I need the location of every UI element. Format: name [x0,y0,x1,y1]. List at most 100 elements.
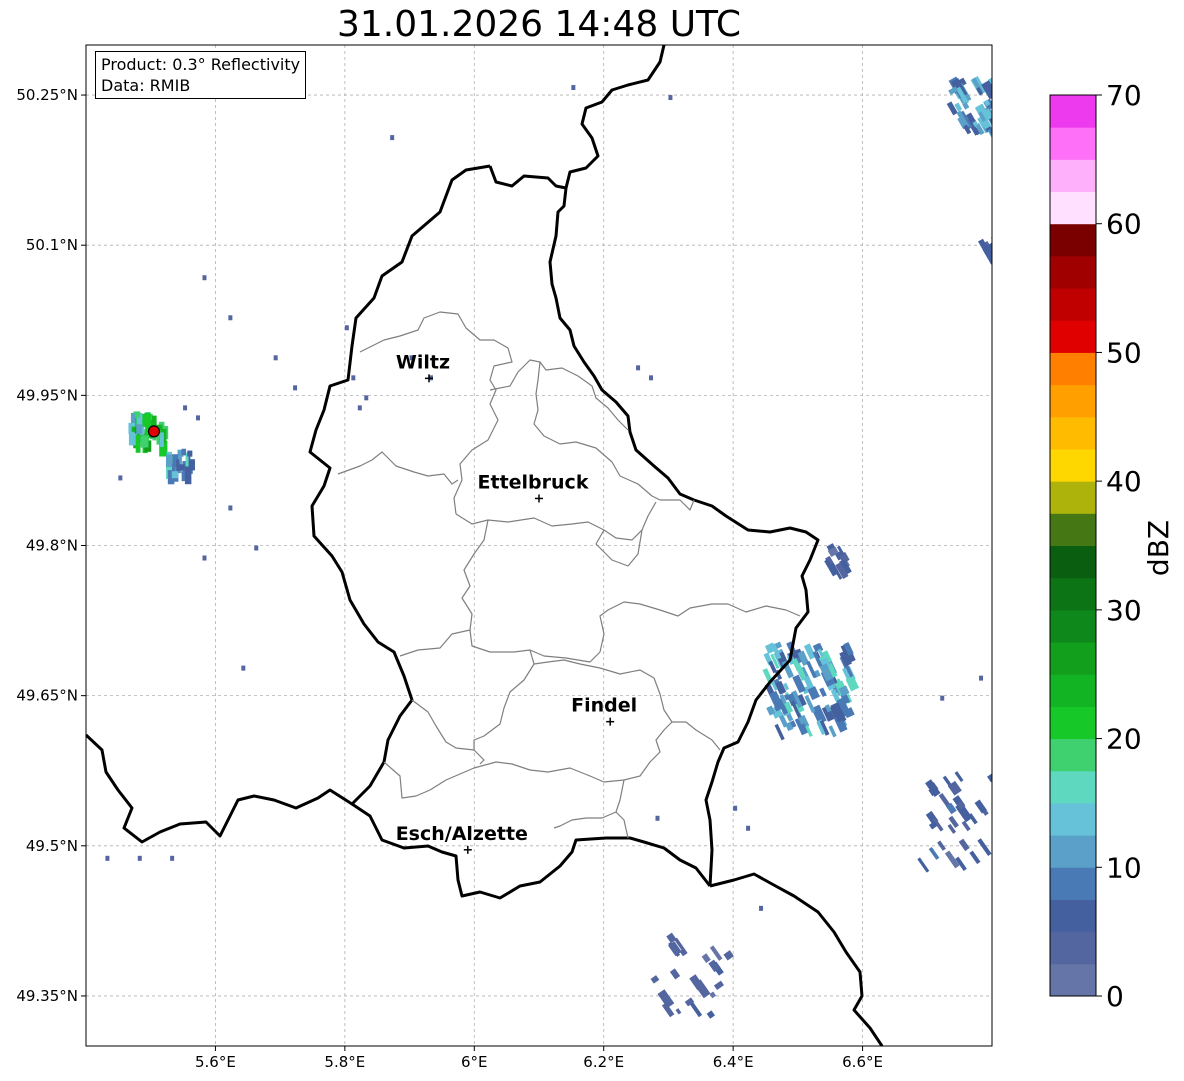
colorbar-swatch [1050,802,1096,836]
y-tick-label: 49.35°N [16,987,78,1005]
y-tick-label: 49.8°N [26,537,78,555]
echo-cell [105,855,110,861]
echo-cell [991,98,992,106]
echo-cell [649,375,654,381]
colorbar-swatch [1050,931,1096,965]
colorbar-swatch [1050,288,1096,321]
echo-cell [184,466,192,485]
echo-cell [241,665,246,671]
echo-cell [254,545,259,551]
city-label: Wiltz [396,351,450,373]
x-tick-label: 5.6°E [195,1053,236,1071]
colorbar-tick-label: 30 [1106,594,1142,627]
y-tick-label: 50.1°N [26,236,78,254]
echo-cell [997,82,1011,100]
echo-cell [140,437,145,448]
y-tick-label: 49.5°N [26,837,78,855]
radar-site [147,425,161,438]
colorbar-swatch [1050,609,1096,643]
colorbar-swatch [1050,352,1096,386]
echo-cell [202,275,207,281]
colorbar-swatch [1050,867,1096,900]
x-tick-label: 6.6°E [842,1053,883,1071]
echo-cell [636,365,641,371]
x-tick-label: 6°E [461,1053,488,1071]
colorbar-tick-label: 70 [1106,79,1142,112]
colorbar-swatch [1050,545,1096,579]
data-source-label: Data: RMIB [101,76,191,95]
echo-cell [990,235,992,249]
echo-cell [196,415,201,421]
x-tick-label: 6.4°E [713,1053,754,1071]
colorbar-tick-label: 40 [1106,465,1142,498]
echo-cell [137,855,142,861]
echo-cell [202,555,207,561]
echo-cell [996,93,1009,108]
echo-cell [994,238,1004,250]
colorbar-swatch [1050,577,1096,611]
echo-cell [991,240,992,257]
colorbar-swatch [1050,899,1096,933]
colorbar-swatch [1050,191,1096,225]
colorbar-swatch [1050,770,1096,804]
colorbar-tick-label: 0 [1106,980,1124,1013]
echo-cell [940,695,945,701]
echo-cell [187,450,193,457]
echo-cell [746,825,751,831]
echo-cell [995,116,1006,130]
colorbar-tick-label: 50 [1106,336,1142,369]
echo-cell [364,395,369,401]
product-label: Product: 0.3° Reflectivity [101,55,301,74]
colorbar-swatch [1050,223,1096,257]
colorbar-swatch [1050,384,1096,418]
echo-cell [228,505,233,511]
colorbar-tick-label: 20 [1106,723,1142,756]
echo-cell [344,325,349,331]
colorbar-swatch [1050,416,1096,450]
colorbar-tick-label: 10 [1106,851,1142,884]
colorbar-swatch [1050,448,1096,482]
city-label: Ettelbruck [478,471,589,493]
y-tick-label: 49.95°N [16,386,78,404]
echo-cell [991,243,992,251]
echo-cell [668,95,673,101]
colorbar-tick-label: 60 [1106,208,1142,241]
colorbar-swatch [1050,674,1096,707]
radar-site-marker [147,425,161,438]
echo-cell [655,815,660,821]
echo-cell [997,829,1012,844]
echo-cell [181,448,187,456]
echo-cell [178,464,185,471]
colorbar-swatch [1050,963,1096,997]
echo-cell [118,475,123,481]
echo-cell [136,424,143,434]
echo-cell [228,315,233,321]
colorbar-swatch [1050,835,1096,868]
echo-cell [992,793,1003,806]
radar-map: 5.6°E 5.8°E 6°E 6.2°E 6.4°E 6.6°E 50.25°N 50.1°… [16,44,1175,1071]
echo-cell [759,905,764,911]
colorbar-swatch [1050,481,1096,514]
echo-cell [998,114,1013,131]
echo-cell [979,675,984,681]
echo-cell [351,375,356,381]
echo-cell [998,813,1012,830]
colorbar-swatch [1050,706,1096,740]
colorbar-swatch [1050,513,1096,546]
echo-cell [390,135,395,141]
echo-cell [130,413,136,423]
city-label: Findel [571,695,637,717]
colorbar-swatch [1050,159,1096,193]
colorbar-swatch [1050,95,1096,128]
colorbar-swatch [1050,738,1096,772]
echo-cell [135,435,141,453]
product-info-box: Product: 0.3° Reflectivity Data: RMIB [95,51,307,99]
x-tick-label: 5.8°E [324,1053,365,1071]
y-tick-label: 49.65°N [16,687,78,705]
echo-cell [176,459,180,474]
echo-cell [991,99,992,116]
echo-cell [171,471,179,479]
echo-cell [183,405,188,411]
echo-cell [144,412,151,421]
city-label: Esch/Alzette [396,823,528,845]
